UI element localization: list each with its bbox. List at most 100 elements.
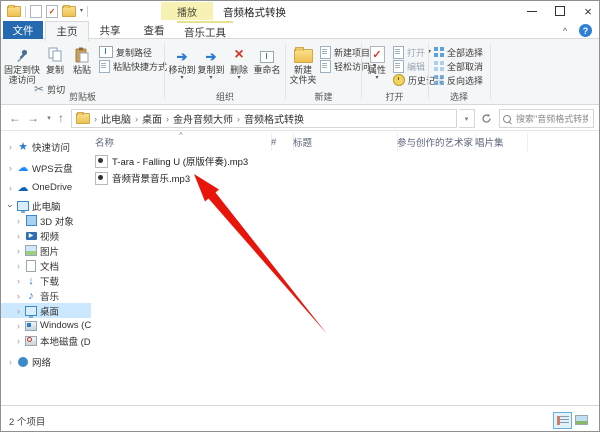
sidebar-item-music[interactable]: › ♪ 音乐 [1,288,91,303]
up-icon[interactable]: ↑ [53,110,69,126]
chevron-right-icon[interactable]: › [7,183,14,193]
maximize-button[interactable] [547,1,573,21]
close-button[interactable]: × [575,1,600,21]
breadcrumb-item-this-pc[interactable]: 此电脑 [101,111,131,126]
properties-quick-icon[interactable]: ✓ [46,5,58,18]
chevron-right-icon[interactable]: › [15,261,22,271]
breadcrumb-item-current-folder[interactable]: 音频格式转换 [244,111,304,126]
breadcrumb-item-app-folder[interactable]: 金舟音频大师 [173,111,233,126]
customize-toolbar-dropdown-icon[interactable]: ▾ [80,8,83,14]
copy-path-button[interactable]: 复制路径 [99,46,152,58]
move-to-button[interactable]: ➔ 移动到▾ [168,41,196,89]
help-icon[interactable]: ? [579,24,592,37]
group-label-new: 新建 [287,90,360,102]
edit-icon [393,60,404,73]
new-folder-icon [294,43,313,63]
column-header-name[interactable]: 名称 ^ [91,133,272,151]
tab-home[interactable]: 主页 [45,21,89,41]
refresh-icon[interactable] [477,109,495,128]
details-view-button[interactable] [553,412,572,429]
sidebar-item-network[interactable]: › 网络 [1,354,91,369]
collapse-ribbon-icon[interactable]: ^ [557,25,573,37]
rename-button[interactable]: 重命名 [252,41,282,89]
file-name: T-ara - Falling U (原版伴奏).mp3 [112,154,248,168]
dropdown-arrow-icon: ▾ [230,75,248,81]
button-label: 反向选择 [447,74,483,87]
sidebar-item-downloads[interactable]: › ↓ 下载 [1,273,91,288]
edit-button[interactable]: 编辑 [393,60,425,72]
properties-icon: ✓ [370,43,385,63]
ribbon-tab-row: 文件 主页 共享 查看 音乐工具 [1,21,599,39]
button-label: 复制到 [197,65,224,75]
file-row[interactable]: T-ara - Falling U (原版伴奏).mp3 [95,153,248,169]
sidebar-item-quick-access[interactable]: › ★ 快速访问 [1,139,91,154]
chevron-right-icon[interactable]: › [15,291,22,301]
chevron-right-icon[interactable]: › [15,321,22,331]
tab-view[interactable]: 查看 [133,21,175,39]
tab-share[interactable]: 共享 [89,21,131,39]
new-folder-shortcut-icon[interactable] [62,6,76,17]
breadcrumb[interactable]: › 此电脑 › 桌面 › 金舟音频大师 › 音频格式转换 [71,109,457,128]
select-none-button[interactable]: 全部取消 [434,60,483,72]
chevron-right-icon[interactable]: › [15,336,22,346]
tab-file[interactable]: 文件 [3,21,43,39]
paste-shortcut-button[interactable]: 粘贴快捷方式 [99,60,167,72]
sidebar-item-3d-objects[interactable]: › 3D 对象 [1,213,91,228]
sidebar-item-local-disk-d[interactable]: › 本地磁盘 (D:) [1,333,91,348]
column-header-artists[interactable]: 参与创作的艺术家 [393,133,476,151]
file-row[interactable]: 音频背景音乐.mp3 [95,170,190,186]
delete-button[interactable]: × 删除▾ [227,41,251,89]
sidebar-item-this-pc[interactable]: › 此电脑 [1,198,91,213]
onedrive-cloud-icon: ☁ [17,182,29,194]
column-header-album[interactable]: 唱片集 [471,133,528,151]
breadcrumb-chevron-icon: › [166,114,169,124]
sidebar-item-pictures[interactable]: › 图片 [1,243,91,258]
chevron-right-icon[interactable]: › [7,142,14,152]
dropdown-arrow-icon: ▾ [197,75,224,81]
group-separator [164,43,165,99]
new-folder-button[interactable]: 新建文件夹 [288,41,318,89]
thumbnail-view-button[interactable] [573,412,590,427]
address-dropdown-icon[interactable]: ▾ [459,109,475,128]
chevron-right-icon[interactable]: › [15,246,22,256]
chevron-right-icon[interactable]: › [15,216,22,226]
forward-icon[interactable]: → [25,110,41,126]
search-input[interactable] [514,113,590,125]
copy-to-button[interactable]: ➔ 复制到▾ [197,41,225,89]
sidebar-item-documents[interactable]: › 文档 [1,258,91,273]
breadcrumb-chevron-icon: › [237,114,240,124]
chevron-right-icon[interactable]: › [15,306,22,316]
minimize-button[interactable] [519,1,545,21]
chevron-right-icon[interactable]: › [15,276,22,286]
breadcrumb-item-desktop[interactable]: 桌面 [142,111,162,126]
back-icon[interactable]: ← [7,110,23,126]
explorer-window: ✓ ▾ 播放 音频格式转换 × 文件 主页 共享 查看 音乐工具 ^ ? 固定到… [0,0,600,432]
copy-icon [48,43,63,63]
open-button[interactable]: 打开 ▾ [393,46,431,58]
sidebar-item-desktop[interactable]: › 桌面 [1,303,91,318]
column-header-row: 名称 ^ # 标题 参与创作的艺术家 唱片集 [91,133,600,151]
sidebar-item-wps-cloud[interactable]: › ☁ WPS云盘 [1,160,91,175]
button-label: 全部选择 [447,46,483,59]
sidebar-item-videos[interactable]: › ▶ 视频 [1,228,91,243]
chevron-right-icon[interactable]: › [7,163,14,173]
properties-shortcut-icon[interactable] [30,5,42,18]
new-item-icon [320,46,331,59]
properties-button[interactable]: ✓ 属性▾ [364,41,390,89]
paste-shortcut-icon [99,60,110,73]
sidebar-item-label: 图片 [40,244,59,258]
chevron-expanded-icon[interactable]: › [6,202,16,209]
sidebar-item-onedrive[interactable]: › ☁ OneDrive [1,180,91,195]
chevron-right-icon[interactable]: › [15,231,22,241]
search-box[interactable] [499,109,594,128]
button-label: 重命名 [253,65,280,75]
chevron-right-icon[interactable]: › [7,357,14,367]
sidebar-item-windows-c[interactable]: › Windows (C:) [1,318,91,333]
downloads-icon: ↓ [25,275,37,287]
invert-selection-button[interactable]: 反向选择 [434,74,483,86]
column-header-title[interactable]: 标题 [289,133,398,151]
tab-music-tools[interactable]: 音乐工具 [177,21,233,41]
paste-button[interactable]: 粘贴 [69,41,95,89]
select-all-button[interactable]: 全部选择 [434,46,483,58]
sidebar-item-label: 桌面 [40,304,59,318]
